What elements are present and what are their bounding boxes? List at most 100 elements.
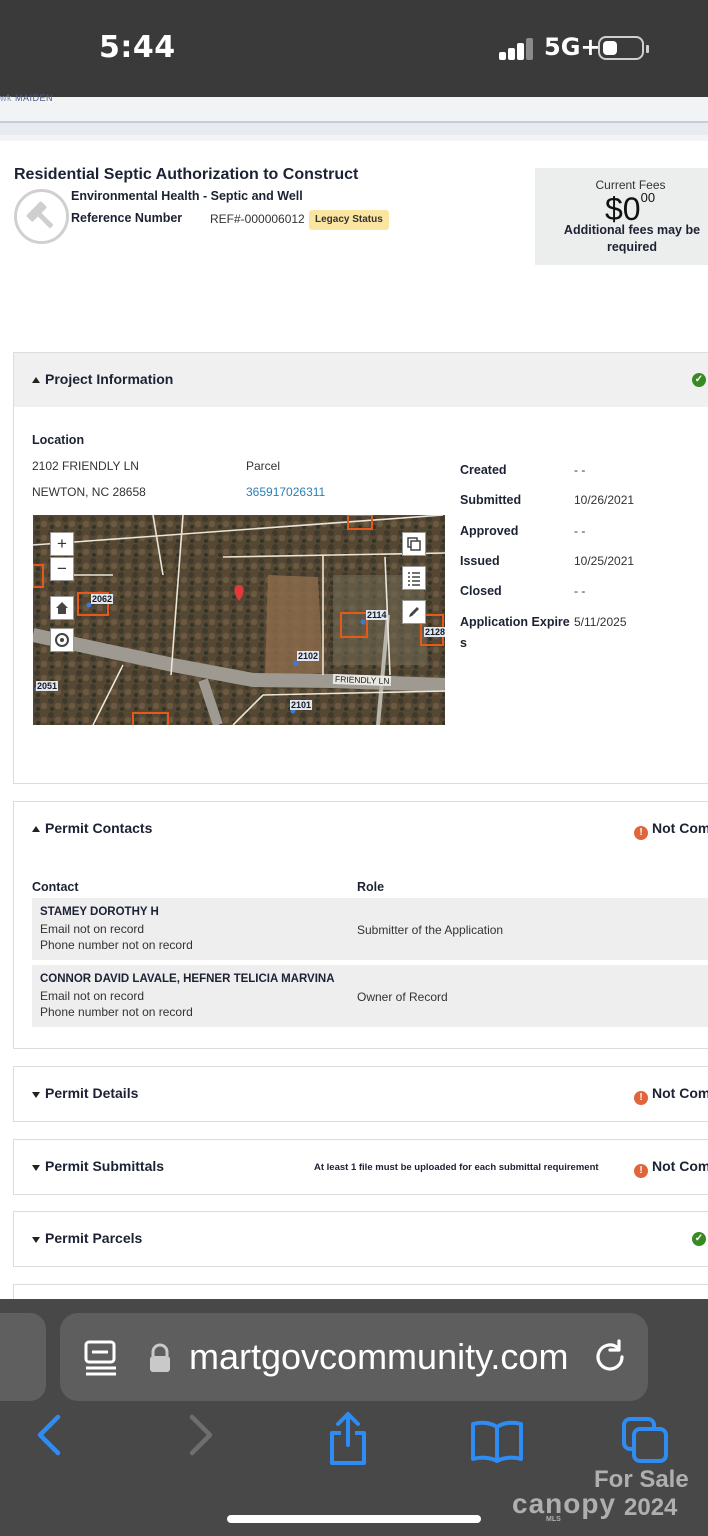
- expires-value: 5/11/2025: [574, 615, 627, 629]
- lock-icon: [148, 1343, 172, 1378]
- table-row: STAMEY DOROTHY H Email not on record Pho…: [32, 898, 708, 960]
- panel-title: Project Information: [45, 371, 174, 387]
- panel-title: Permit Submittals: [45, 1158, 165, 1174]
- zoom-out-button[interactable]: −: [50, 557, 74, 581]
- project-information-panel: Project Information ✓ Location 2102 FRIE…: [13, 352, 708, 784]
- panel-title: Permit Contacts: [45, 820, 153, 836]
- site-header: wk MAIDEN: [0, 93, 708, 141]
- contact-name: STAMEY DOROTHY H: [40, 906, 159, 918]
- reference-value: REF#-000006012: [210, 212, 305, 226]
- watermark-year: 2024: [624, 1494, 678, 1521]
- aerial-map-image: [33, 515, 445, 725]
- fees-box: Current Fees $000 Additional fees may be…: [535, 168, 708, 265]
- issued-value: 10/25/2021: [574, 554, 635, 568]
- contact-phone: Phone number not on record: [40, 1005, 193, 1019]
- expand-caret-icon: [32, 1237, 40, 1243]
- previous-tab-preview[interactable]: [0, 1313, 46, 1401]
- parcel-label: Parcel: [246, 459, 281, 473]
- column-header-contact: Contact: [32, 880, 79, 894]
- back-arrow-icon[interactable]: [34, 1413, 64, 1462]
- contact-name: CONNOR DAVID LAVALE, HEFNER TELICIA MARV…: [40, 973, 335, 985]
- warning-icon: !: [634, 1164, 648, 1178]
- contact-email: Email not on record: [40, 989, 145, 1003]
- bookmarks-icon[interactable]: [470, 1419, 524, 1468]
- approved-label: Approved: [460, 524, 519, 538]
- project-information-header[interactable]: Project Information ✓: [14, 353, 708, 407]
- permit-contacts-panel: Permit Contacts ! Not Com Contact Role ST…: [13, 801, 708, 1049]
- warning-icon: !: [634, 1091, 648, 1105]
- permit-details-header[interactable]: Permit Details ! Not Com: [14, 1067, 708, 1121]
- expand-caret-icon: [32, 1092, 40, 1098]
- map-house-label: 2062: [91, 594, 114, 604]
- permit-contacts-header[interactable]: Permit Contacts ! Not Com: [14, 802, 708, 856]
- watermark-mls: MLS: [546, 1516, 561, 1523]
- contact-email: Email not on record: [40, 922, 145, 936]
- tabs-icon[interactable]: [620, 1415, 670, 1470]
- hammer-icon: [14, 189, 69, 244]
- parcel-link[interactable]: 365917026311: [246, 485, 325, 499]
- expand-caret-icon: [32, 1165, 40, 1171]
- submitted-label: Submitted: [460, 493, 522, 507]
- edit-pencil-icon[interactable]: [402, 600, 426, 624]
- location-label: Location: [32, 433, 85, 447]
- zoom-in-button[interactable]: +: [50, 532, 74, 556]
- layers-icon[interactable]: [402, 532, 426, 556]
- site-logo[interactable]: wk MAIDEN: [0, 93, 53, 103]
- permit-submittals-header[interactable]: Permit Submittals At least 1 file must b…: [14, 1140, 708, 1194]
- watermark-brand: canopy: [512, 1488, 617, 1519]
- locate-icon[interactable]: [50, 628, 74, 652]
- home-indicator[interactable]: [227, 1515, 481, 1523]
- contact-role: Submitter of the Application: [357, 923, 504, 937]
- page-menu-icon[interactable]: [84, 1340, 118, 1381]
- reference-label: Reference Number: [71, 211, 183, 225]
- map-house-label: 2051: [36, 681, 59, 691]
- permit-details-panel: Permit Details ! Not Com: [13, 1066, 708, 1122]
- legend-list-icon[interactable]: [402, 566, 426, 590]
- contact-phone: Phone number not on record: [40, 938, 193, 952]
- home-icon[interactable]: [50, 596, 74, 620]
- check-icon: ✓: [692, 1232, 706, 1246]
- panel-title: Permit Details: [45, 1085, 139, 1101]
- warning-icon: !: [634, 826, 648, 840]
- collapse-caret-icon: [32, 826, 40, 832]
- signal-icon: [499, 38, 535, 60]
- expires-label-wrap: s: [460, 636, 467, 650]
- closed-label: Closed: [460, 584, 502, 598]
- fees-note: Additional fees may be required: [563, 223, 701, 254]
- address-line1: 2102 FRIENDLY LN: [32, 459, 139, 473]
- battery-icon: [598, 36, 649, 60]
- forward-arrow-icon[interactable]: [186, 1413, 216, 1462]
- site-nav: [0, 121, 708, 135]
- table-row: CONNOR DAVID LAVALE, HEFNER TELICIA MARV…: [32, 965, 708, 1027]
- submitted-value: 10/26/2021: [574, 493, 635, 507]
- reload-icon[interactable]: [592, 1339, 628, 1380]
- collapse-caret-icon: [32, 377, 40, 383]
- parcel-map[interactable]: + − 2062 2114 2128 2102 2051 2101 FRIEND…: [33, 515, 445, 725]
- permit-parcels-panel: Permit Parcels ✓: [13, 1211, 708, 1267]
- map-house-label: 2101: [290, 700, 313, 710]
- panel-title: Permit Parcels: [45, 1230, 143, 1246]
- legacy-status-badge: Legacy Status: [309, 210, 389, 230]
- contact-role: Owner of Record: [357, 990, 448, 1004]
- share-icon[interactable]: [326, 1411, 370, 1472]
- column-header-role: Role: [357, 880, 385, 894]
- status-not-complete: ! Not Com: [634, 820, 708, 840]
- page-title: Residential Septic Authorization to Cons…: [14, 166, 359, 183]
- map-house-label: 2102: [297, 651, 320, 661]
- map-house-label: 2114: [366, 610, 388, 620]
- status-not-complete: ! Not Com: [634, 1158, 708, 1178]
- permit-submittals-panel: Permit Submittals At least 1 file must b…: [13, 1139, 708, 1195]
- approved-value: - -: [574, 524, 586, 538]
- status-not-complete: ! Not Com: [634, 1085, 708, 1105]
- url-text[interactable]: martgovcommunity.com: [179, 1336, 587, 1378]
- submittal-requirement-note: At least 1 file must be uploaded for eac…: [314, 1162, 599, 1173]
- status-bar: 5:44 5G+: [0, 0, 708, 97]
- issued-label: Issued: [460, 554, 500, 568]
- check-icon: ✓: [692, 373, 706, 387]
- address-bar[interactable]: martgovcommunity.com: [60, 1313, 648, 1401]
- status-time: 5:44: [99, 30, 176, 65]
- created-value: - -: [574, 463, 586, 477]
- permit-parcels-header[interactable]: Permit Parcels ✓: [14, 1212, 708, 1266]
- network-type: 5G+: [544, 33, 601, 61]
- department-label: Environmental Health - Septic and Well: [71, 189, 303, 203]
